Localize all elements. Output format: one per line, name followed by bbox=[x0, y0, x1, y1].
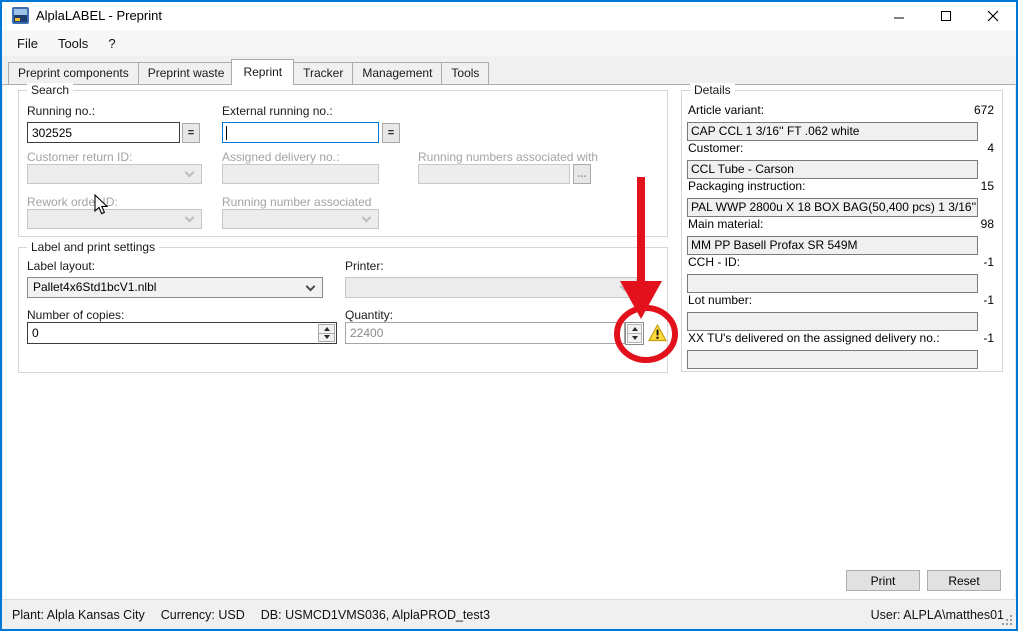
arrow-down-icon bbox=[324, 335, 330, 339]
status-user: User: ALPLA\matthes01 bbox=[871, 608, 1004, 622]
number-of-copies-label: Number of copies: bbox=[27, 308, 124, 322]
number-of-copies-input[interactable]: 0 bbox=[27, 322, 337, 344]
spin-down-button[interactable] bbox=[627, 333, 642, 343]
details-group-title: Details bbox=[690, 83, 735, 97]
detail-label: Customer: bbox=[688, 141, 743, 155]
detail-label: XX TU's delivered on the assigned delive… bbox=[688, 331, 940, 345]
tab-preprint-waste[interactable]: Preprint waste bbox=[138, 62, 235, 84]
detail-id: 672 bbox=[974, 103, 994, 117]
maximize-icon bbox=[940, 10, 952, 22]
detail-value bbox=[687, 350, 978, 369]
arrow-up-icon bbox=[632, 327, 638, 331]
minimize-icon bbox=[893, 10, 905, 22]
rework-order-id-combobox bbox=[27, 209, 202, 229]
tab-management[interactable]: Management bbox=[352, 62, 442, 84]
label-print-settings-title: Label and print settings bbox=[27, 240, 159, 254]
arrow-up-icon bbox=[324, 327, 330, 331]
customer-return-id-combobox bbox=[27, 164, 202, 184]
printer-combobox[interactable] bbox=[345, 277, 637, 298]
close-icon bbox=[987, 10, 999, 22]
detail-id: -1 bbox=[983, 293, 994, 307]
running-numbers-associated-with-input bbox=[418, 164, 570, 184]
running-no-input[interactable] bbox=[27, 122, 180, 143]
chevron-down-icon bbox=[620, 282, 630, 292]
chevron-down-icon bbox=[185, 213, 195, 223]
status-db: DB: USMCD1VMS036, AlplaPROD_test3 bbox=[261, 608, 490, 622]
assigned-delivery-no-input bbox=[222, 164, 379, 184]
label-layout-combobox[interactable]: Pallet4x6Std1bcV1.nlbl bbox=[27, 277, 323, 298]
printer-label: Printer: bbox=[345, 259, 384, 273]
detail-value: PAL WWP 2800u X 18 BOX BAG(50,400 pcs) 1… bbox=[687, 198, 978, 217]
label-layout-value: Pallet4x6Std1bcV1.nlbl bbox=[33, 280, 302, 294]
running-numbers-associated-with-label: Running numbers associated with bbox=[418, 150, 598, 164]
chevron-down-icon bbox=[362, 213, 372, 223]
tab-strip: Preprint components Preprint waste Repri… bbox=[2, 56, 1016, 84]
detail-value: MM PP Basell Profax SR 549M bbox=[687, 236, 978, 255]
detail-label: Lot number: bbox=[688, 293, 752, 307]
label-print-settings-groupbox: Label and print settings Label layout: P… bbox=[18, 247, 668, 373]
external-running-no-equals-button[interactable]: = bbox=[382, 123, 400, 143]
detail-value: CCL Tube - Carson bbox=[687, 160, 978, 179]
detail-label: CCH - ID: bbox=[688, 255, 740, 269]
print-button[interactable]: Print bbox=[846, 570, 920, 591]
tab-tools[interactable]: Tools bbox=[441, 62, 489, 84]
label-layout-label: Label layout: bbox=[27, 259, 95, 273]
tab-reprint[interactable]: Reprint bbox=[231, 59, 294, 85]
detail-id: -1 bbox=[983, 331, 994, 345]
detail-id: 98 bbox=[981, 217, 994, 231]
running-numbers-browse-button[interactable]: ... bbox=[573, 164, 591, 184]
detail-label: Packaging instruction: bbox=[688, 179, 805, 193]
tab-preprint-components[interactable]: Preprint components bbox=[8, 62, 139, 84]
chevron-down-icon bbox=[306, 282, 316, 292]
quantity-spinner[interactable] bbox=[625, 322, 644, 345]
menu-bar: File Tools ? bbox=[2, 30, 1016, 56]
spin-down-button[interactable] bbox=[318, 333, 335, 343]
quantity-input: 22400 bbox=[345, 322, 625, 344]
app-window: AlplaLABEL - Preprint File Tools ? Prepr… bbox=[0, 0, 1018, 631]
external-running-no-label: External running no.: bbox=[222, 104, 333, 118]
app-icon bbox=[12, 7, 29, 24]
running-number-associated-combobox bbox=[222, 209, 379, 229]
status-currency: Currency: USD bbox=[161, 608, 245, 622]
window-title: AlplaLABEL - Preprint bbox=[36, 2, 162, 29]
chevron-down-icon bbox=[185, 168, 195, 178]
title-bar: AlplaLABEL - Preprint bbox=[2, 2, 1016, 30]
customer-return-id-label: Customer return ID: bbox=[27, 150, 132, 164]
rework-order-id-label: Rework order ID: bbox=[27, 195, 118, 209]
search-group-title: Search bbox=[27, 83, 73, 97]
detail-value bbox=[687, 312, 978, 331]
close-button[interactable] bbox=[969, 2, 1016, 30]
resize-grip-icon[interactable] bbox=[1001, 614, 1013, 626]
menu-help[interactable]: ? bbox=[98, 32, 125, 55]
running-number-associated-label: Running number associated bbox=[222, 195, 371, 209]
quantity-label: Quantity: bbox=[345, 308, 393, 322]
search-groupbox: Search Running no.: = External running n… bbox=[18, 90, 668, 237]
tab-tracker[interactable]: Tracker bbox=[293, 62, 353, 84]
menu-file[interactable]: File bbox=[7, 32, 48, 55]
maximize-button[interactable] bbox=[922, 2, 969, 30]
details-groupbox: Details Article variant: 672 CAP CCL 1 3… bbox=[681, 90, 1003, 372]
warning-icon bbox=[648, 324, 667, 342]
external-running-no-input[interactable] bbox=[222, 122, 379, 143]
quantity-value: 22400 bbox=[350, 326, 383, 340]
status-plant: Plant: Alpla Kansas City bbox=[12, 608, 145, 622]
arrow-down-icon bbox=[632, 336, 638, 340]
menu-tools[interactable]: Tools bbox=[48, 32, 98, 55]
detail-id: 4 bbox=[987, 141, 994, 155]
number-of-copies-spinner[interactable] bbox=[318, 324, 335, 342]
detail-label: Article variant: bbox=[688, 103, 764, 117]
detail-value: CAP CCL 1 3/16'' FT .062 white bbox=[687, 122, 978, 141]
detail-label: Main material: bbox=[688, 217, 763, 231]
minimize-button[interactable] bbox=[875, 2, 922, 30]
number-of-copies-value: 0 bbox=[32, 326, 39, 340]
status-bar: Plant: Alpla Kansas City Currency: USD D… bbox=[2, 599, 1016, 629]
detail-id: 15 bbox=[981, 179, 994, 193]
assigned-delivery-no-label: Assigned delivery no.: bbox=[222, 150, 339, 164]
detail-id: -1 bbox=[983, 255, 994, 269]
text-caret bbox=[226, 126, 227, 140]
running-no-equals-button[interactable]: = bbox=[182, 123, 200, 143]
reset-button[interactable]: Reset bbox=[927, 570, 1001, 591]
detail-value bbox=[687, 274, 978, 293]
running-no-label: Running no.: bbox=[27, 104, 95, 118]
